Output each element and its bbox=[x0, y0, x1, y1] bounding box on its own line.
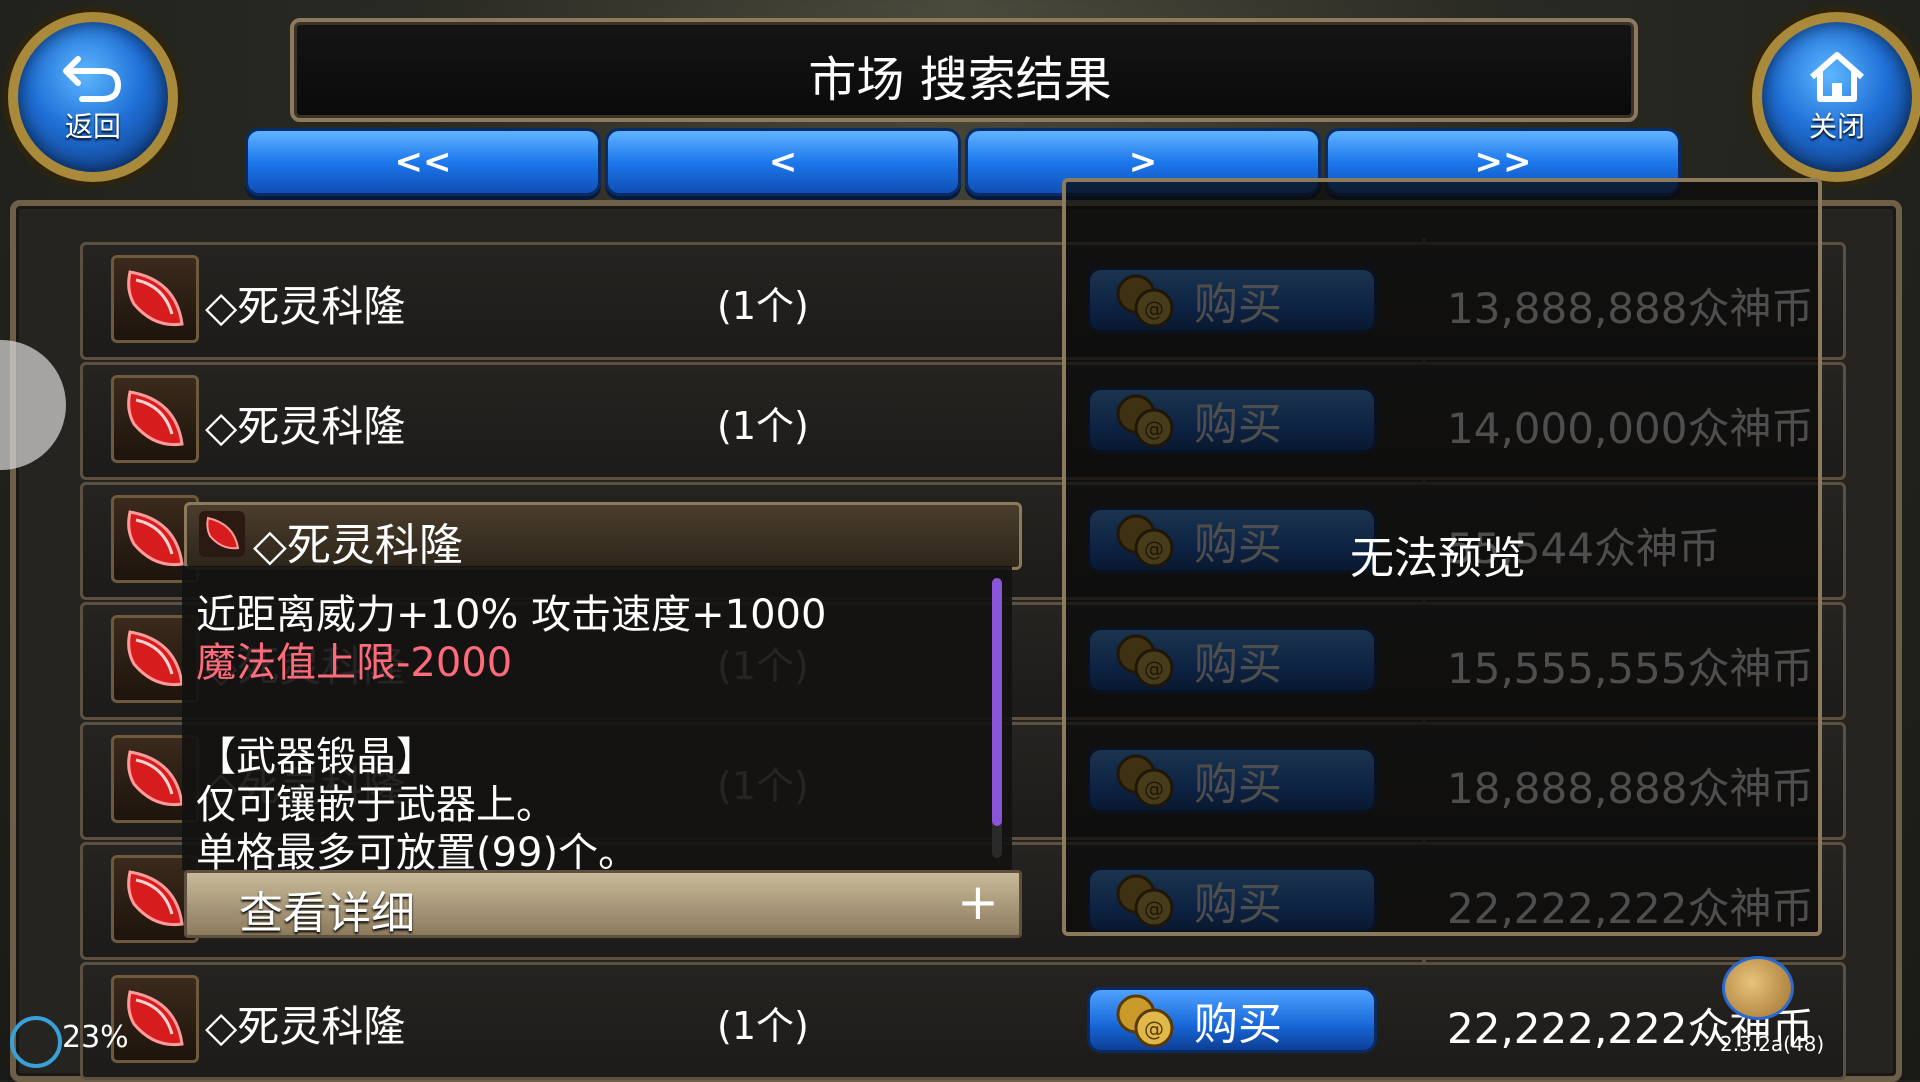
page-title: 市场 搜索结果 bbox=[808, 52, 1112, 108]
item-icon[interactable] bbox=[111, 375, 199, 463]
palette-icon[interactable] bbox=[1722, 956, 1794, 1020]
tooltip-body: 近距离威力+10% 攻击速度+1000 魔法值上限-2000 【武器锻晶】 仅可… bbox=[182, 566, 1012, 876]
first-page-button[interactable]: << bbox=[245, 128, 601, 196]
home-icon bbox=[1810, 52, 1864, 102]
svg-text:@: @ bbox=[1144, 1017, 1164, 1041]
back-button[interactable]: 返回 bbox=[8, 12, 178, 182]
tooltip-title: ◇死灵科隆 bbox=[253, 520, 463, 571]
close-label: 关闭 bbox=[1808, 110, 1865, 143]
tooltip-penalty-line: 魔法值上限-2000 bbox=[196, 640, 513, 686]
back-arrow-icon bbox=[63, 56, 121, 102]
preview-unavailable-text: 无法预览 bbox=[1350, 533, 1526, 584]
buy-button[interactable]: @ 购买 bbox=[1087, 987, 1377, 1053]
listing-row[interactable]: ◇死灵科隆(1个)@购买22,222,222众神币 bbox=[80, 962, 1846, 1080]
view-details-button[interactable]: 查看详细 + bbox=[184, 870, 1022, 939]
back-label: 返回 bbox=[64, 110, 121, 143]
version-label: 2.3.2a(48) bbox=[1720, 1032, 1825, 1056]
item-quantity: (1个) bbox=[717, 1004, 809, 1048]
plus-icon: + bbox=[957, 873, 999, 931]
item-quantity: (1个) bbox=[717, 404, 809, 448]
battery-percent: 23% bbox=[62, 1020, 129, 1055]
item-name: ◇死灵科隆 bbox=[205, 282, 406, 331]
item-name: ◇死灵科隆 bbox=[205, 1002, 406, 1051]
battery-ring-icon bbox=[10, 1016, 62, 1068]
item-icon[interactable] bbox=[111, 255, 199, 343]
prev-page-button[interactable]: < bbox=[605, 128, 961, 196]
tooltip-item-icon bbox=[199, 511, 245, 557]
close-button[interactable]: 关闭 bbox=[1752, 12, 1920, 182]
buy-label: 购买 bbox=[1194, 999, 1282, 1050]
item-name: ◇死灵科隆 bbox=[205, 402, 406, 451]
view-details-label: 查看详细 bbox=[239, 888, 415, 939]
tooltip-scrollbar-thumb[interactable] bbox=[992, 578, 1002, 826]
tooltip-header: ◇死灵科隆 bbox=[184, 502, 1022, 571]
item-quantity: (1个) bbox=[717, 284, 809, 328]
